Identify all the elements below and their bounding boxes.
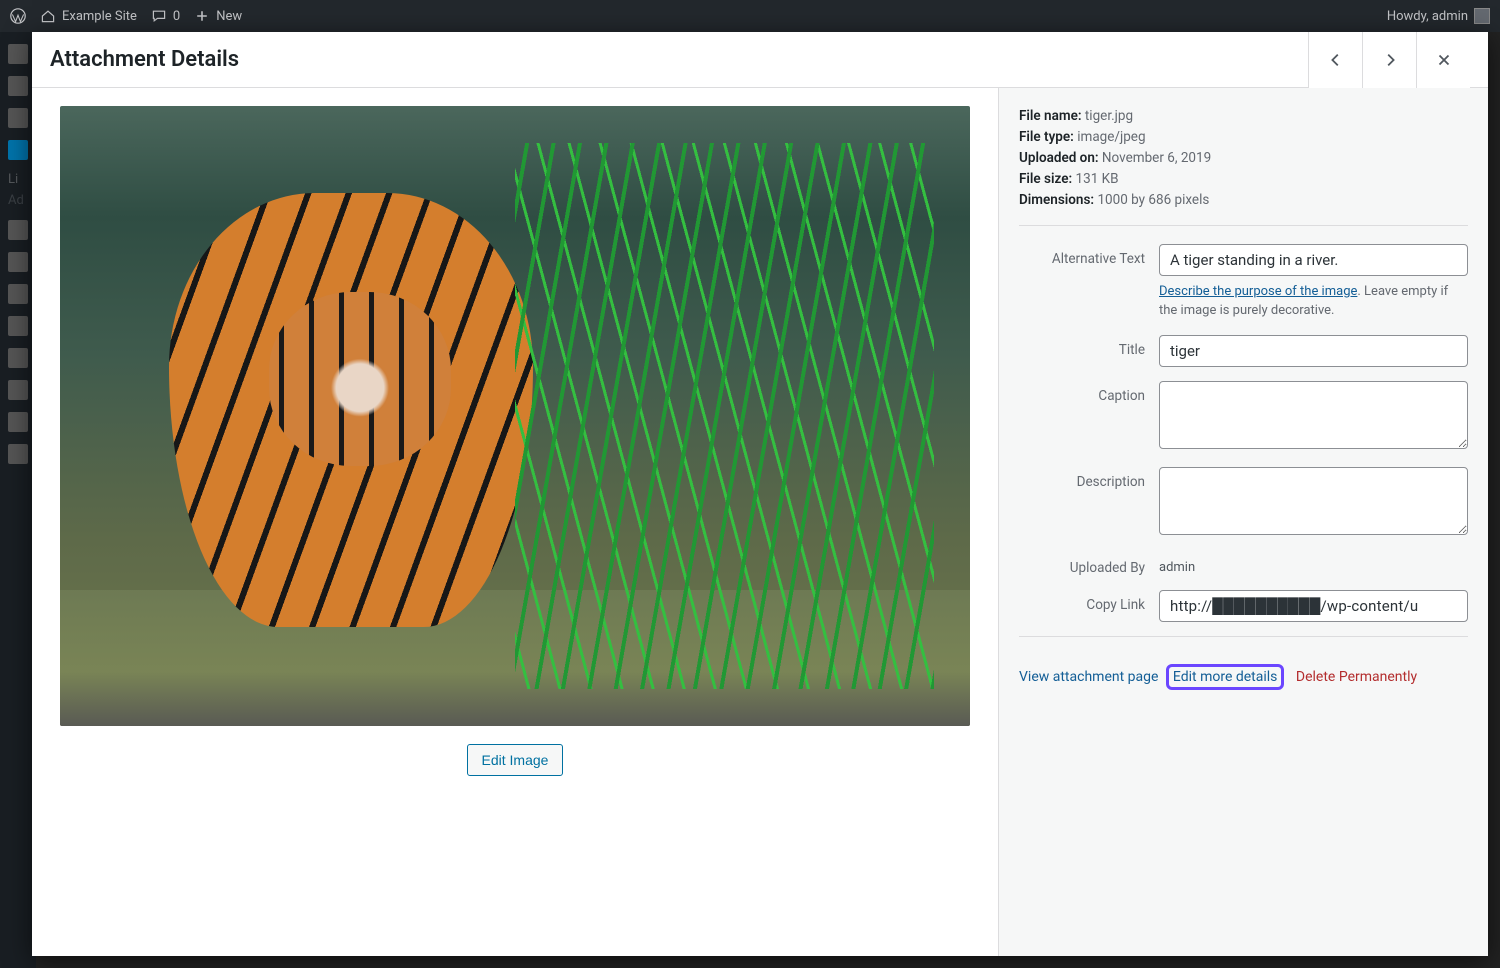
description-textarea[interactable]: [1159, 467, 1468, 535]
sidebar-stub[interactable]: [8, 444, 28, 464]
chevron-right-icon: [1381, 51, 1399, 69]
site-name: Example Site: [62, 9, 137, 24]
avatar: [1474, 8, 1490, 24]
alt-text-help: Describe the purpose of the image. Leave…: [1159, 282, 1468, 321]
home-icon: [40, 8, 56, 24]
meta-filesize-value: 131 KB: [1076, 171, 1119, 187]
attachment-details-modal: Attachment Details Edit Image File name:: [32, 32, 1488, 956]
next-attachment-button[interactable]: [1362, 32, 1416, 88]
sidebar-label-library[interactable]: Li: [0, 172, 36, 187]
media-preview-pane: Edit Image: [32, 88, 998, 956]
sidebar-stub[interactable]: [8, 412, 28, 432]
sidebar-stub-media[interactable]: [8, 140, 28, 160]
meta-uploaded-label: Uploaded on:: [1019, 150, 1099, 166]
sidebar-stub[interactable]: [8, 220, 28, 240]
comments-count: 0: [173, 9, 180, 24]
modal-title: Attachment Details: [50, 47, 1308, 72]
alt-text-label: Alternative Text: [1019, 244, 1159, 267]
copylink-input[interactable]: [1159, 590, 1468, 622]
sidebar-stub[interactable]: [8, 316, 28, 336]
wp-logo[interactable]: [10, 8, 26, 24]
attachment-meta: File name: tiger.jpg File type: image/jp…: [1019, 106, 1468, 211]
modal-header: Attachment Details: [32, 32, 1488, 88]
meta-dimensions-label: Dimensions:: [1019, 192, 1094, 208]
admin-sidebar: Li Ad: [0, 32, 36, 968]
uploadedby-value: admin: [1159, 553, 1468, 575]
site-link[interactable]: Example Site: [40, 8, 137, 24]
new-label: New: [216, 9, 242, 24]
howdy-text: Howdy, admin: [1387, 9, 1468, 24]
separator: [1019, 225, 1468, 226]
close-icon: [1435, 51, 1453, 69]
meta-uploaded-value: November 6, 2019: [1102, 150, 1211, 166]
view-attachment-link[interactable]: View attachment page: [1019, 669, 1158, 685]
sidebar-stub[interactable]: [8, 44, 28, 64]
title-label: Title: [1019, 335, 1159, 358]
attachment-details-pane: File name: tiger.jpg File type: image/jp…: [998, 88, 1488, 956]
caption-label: Caption: [1019, 381, 1159, 404]
image-placeholder-grass: [515, 143, 934, 689]
chevron-left-icon: [1327, 51, 1345, 69]
sidebar-stub[interactable]: [8, 380, 28, 400]
sidebar-label-addnew[interactable]: Ad: [0, 193, 36, 208]
meta-filetype-label: File type:: [1019, 129, 1074, 145]
prev-attachment-button[interactable]: [1308, 32, 1362, 88]
delete-permanently-link[interactable]: Delete Permanently: [1296, 669, 1417, 685]
edit-more-details-link[interactable]: Edit more details: [1166, 664, 1285, 690]
edit-image-button[interactable]: Edit Image: [467, 744, 564, 776]
wordpress-icon: [10, 8, 26, 24]
attachment-image: [60, 106, 970, 726]
new-content-link[interactable]: New: [194, 8, 242, 24]
sidebar-stub[interactable]: [8, 284, 28, 304]
caption-textarea[interactable]: [1159, 381, 1468, 449]
admin-bar: Example Site 0 New Howdy, admin: [0, 0, 1500, 32]
sidebar-stub[interactable]: [8, 252, 28, 272]
account-link[interactable]: Howdy, admin: [1387, 8, 1490, 24]
plus-icon: [194, 8, 210, 24]
copylink-label: Copy Link: [1019, 590, 1159, 613]
alt-text-input[interactable]: [1159, 244, 1468, 276]
meta-filesize-label: File size:: [1019, 171, 1072, 187]
title-input[interactable]: [1159, 335, 1468, 367]
sidebar-stub[interactable]: [8, 348, 28, 368]
meta-filetype-value: image/jpeg: [1077, 129, 1145, 145]
image-placeholder-tiger-head: [269, 292, 451, 466]
comments-link[interactable]: 0: [151, 8, 180, 24]
meta-filename-label: File name:: [1019, 108, 1082, 124]
comment-icon: [151, 8, 167, 24]
sidebar-stub[interactable]: [8, 76, 28, 96]
separator: [1019, 636, 1468, 637]
meta-filename-value: tiger.jpg: [1085, 108, 1133, 124]
sidebar-stub[interactable]: [8, 108, 28, 128]
close-modal-button[interactable]: [1416, 32, 1470, 88]
uploadedby-label: Uploaded By: [1019, 553, 1159, 576]
attachment-actions: View attachment page Edit more details D…: [1019, 655, 1468, 685]
meta-dimensions-value: 1000 by 686 pixels: [1097, 192, 1209, 208]
description-label: Description: [1019, 467, 1159, 490]
alt-text-help-link[interactable]: Describe the purpose of the image: [1159, 284, 1357, 299]
